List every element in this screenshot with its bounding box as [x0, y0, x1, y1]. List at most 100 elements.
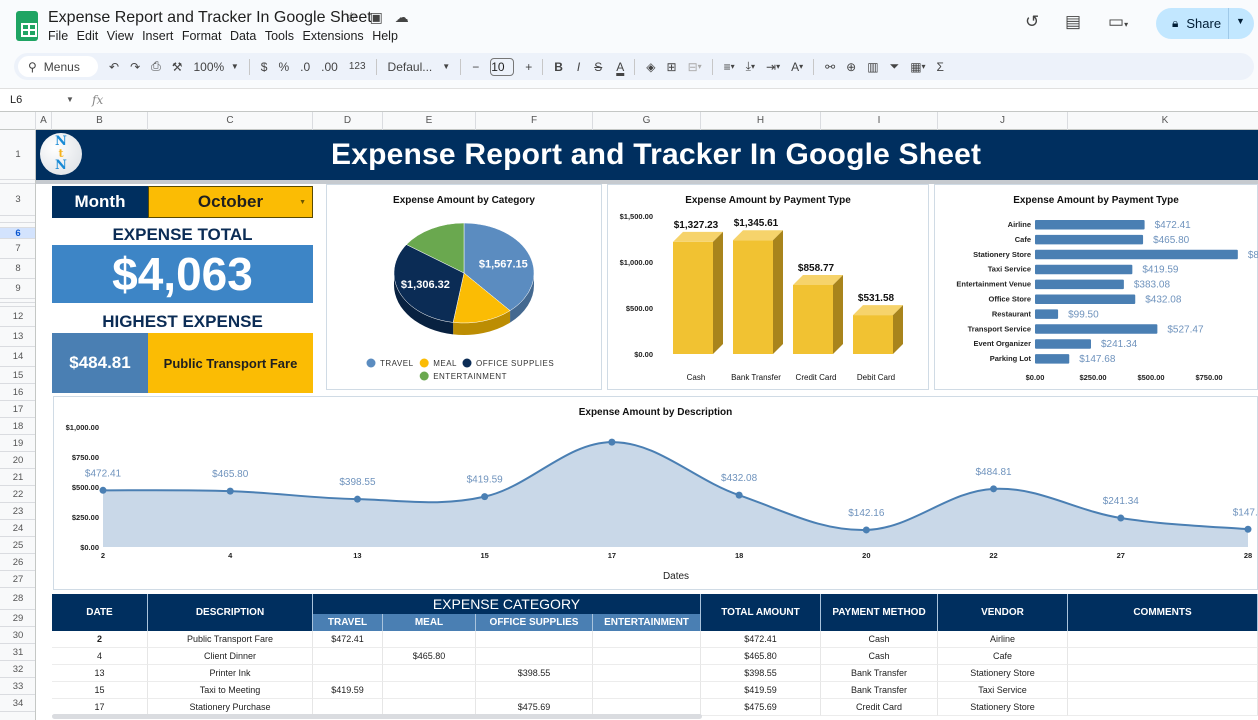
row-header-6[interactable]: 6: [0, 228, 35, 239]
name-box[interactable]: L6: [10, 94, 22, 106]
row-header-34[interactable]: 34: [0, 695, 35, 712]
cell-meal[interactable]: [383, 631, 476, 648]
meet-video-icon[interactable]: ▭▾: [1108, 12, 1128, 32]
cell-total[interactable]: $465.80: [701, 648, 821, 665]
cell-total[interactable]: $398.55: [701, 665, 821, 682]
print-icon[interactable]: ⎙: [151, 59, 161, 74]
column-header-g[interactable]: G: [593, 112, 701, 130]
cell-description[interactable]: Client Dinner: [148, 648, 313, 665]
row-header-16[interactable]: 16: [0, 384, 35, 401]
paint-format-icon[interactable]: ⚒: [172, 60, 183, 74]
format-currency-button[interactable]: $: [261, 60, 268, 74]
description-area-chart[interactable]: Expense Amount by Description $0.00 $250.…: [53, 396, 1258, 590]
hbar-airline[interactable]: [1035, 220, 1145, 230]
cell-vendor[interactable]: Airline: [938, 631, 1068, 648]
insert-link-icon[interactable]: ⚯: [825, 60, 835, 74]
cell-travel[interactable]: $472.41: [313, 631, 383, 648]
cell-office[interactable]: [476, 682, 593, 699]
filter-views-icon[interactable]: ▦ ▾: [910, 60, 925, 74]
row-header-21[interactable]: 21: [0, 469, 35, 486]
column-header-k[interactable]: K: [1068, 112, 1258, 130]
menu-help[interactable]: Help: [372, 29, 404, 43]
row-header-17[interactable]: 17: [0, 401, 35, 418]
cell-vendor[interactable]: Stationery Store: [938, 665, 1068, 682]
column-header-i[interactable]: I: [821, 112, 938, 130]
cell-entertainment[interactable]: [593, 648, 701, 665]
cell-description[interactable]: Taxi to Meeting: [148, 682, 313, 699]
hbar-parking-lot[interactable]: [1035, 354, 1070, 364]
bar-debit-card[interactable]: [853, 315, 893, 354]
hbar-restaurant[interactable]: [1035, 309, 1059, 319]
menu-file[interactable]: File: [48, 29, 75, 43]
row-header-24[interactable]: 24: [0, 520, 35, 537]
borders-icon[interactable]: ⊞: [667, 60, 677, 74]
row-header-27[interactable]: 27: [0, 571, 35, 588]
decrease-decimal-button[interactable]: .0: [300, 60, 310, 74]
cell-comments[interactable]: [1068, 665, 1258, 682]
row-header-13[interactable]: 13: [0, 327, 35, 347]
menu-edit[interactable]: Edit: [77, 29, 105, 43]
cell-payment[interactable]: Bank Transfer: [821, 665, 938, 682]
data-point[interactable]: [1117, 514, 1125, 522]
column-header-b[interactable]: B: [52, 112, 148, 130]
row-header-12[interactable]: 12: [0, 307, 35, 327]
hbar-cafe[interactable]: [1035, 234, 1144, 245]
column-header-h[interactable]: H: [701, 112, 821, 130]
payment-type-bar-chart[interactable]: Expense Amount by Payment Type $0.00 $500…: [607, 184, 929, 390]
star-icon[interactable]: ☆: [345, 9, 358, 26]
row-header-26[interactable]: 26: [0, 554, 35, 571]
data-point[interactable]: [226, 487, 234, 495]
data-point[interactable]: [990, 485, 998, 493]
insert-chart-icon[interactable]: ▥: [867, 60, 878, 74]
hbar-event-organizer[interactable]: [1035, 339, 1091, 349]
functions-button[interactable]: Σ: [937, 60, 944, 74]
cell-meal[interactable]: [383, 665, 476, 682]
cell-travel[interactable]: [313, 648, 383, 665]
cell-travel[interactable]: $419.59: [313, 682, 383, 699]
data-point[interactable]: [608, 438, 616, 446]
cell-vendor[interactable]: Stationery Store: [938, 699, 1068, 716]
search-menus-button[interactable]: ⚲ Menus: [18, 56, 98, 77]
column-header-d[interactable]: D: [313, 112, 383, 130]
version-history-icon[interactable]: ↺: [1025, 12, 1039, 32]
redo-icon[interactable]: ↷: [130, 60, 140, 74]
row-header-8[interactable]: 8: [0, 259, 35, 279]
row-header-7[interactable]: 7: [0, 239, 35, 259]
column-header-c[interactable]: C: [148, 112, 313, 130]
data-point[interactable]: [99, 486, 107, 494]
row-header-33[interactable]: 33: [0, 678, 35, 695]
vertical-align-icon[interactable]: ⤓ ▾: [746, 59, 755, 74]
column-header-j[interactable]: J: [938, 112, 1068, 130]
cell-payment[interactable]: Cash: [821, 648, 938, 665]
fill-color-icon[interactable]: ◈: [646, 60, 655, 74]
text-wrapping-icon[interactable]: ⇥ ▾: [766, 60, 780, 74]
comments-icon[interactable]: ▤: [1065, 12, 1081, 32]
row-header-29[interactable]: 29: [0, 610, 35, 627]
cell-entertainment[interactable]: [593, 682, 701, 699]
menu-view[interactable]: View: [107, 29, 140, 43]
cell-comments[interactable]: [1068, 631, 1258, 648]
menu-data[interactable]: Data: [230, 29, 263, 43]
cell-payment[interactable]: Credit Card: [821, 699, 938, 716]
data-point[interactable]: [862, 526, 870, 534]
cell-comments[interactable]: [1068, 682, 1258, 699]
cell-office[interactable]: [476, 631, 593, 648]
category-pie-chart[interactable]: Expense Amount by Category $1,567.15 $1,3…: [326, 184, 602, 390]
hbar-stationery-store[interactable]: [1035, 249, 1238, 260]
row-header-32[interactable]: 32: [0, 661, 35, 678]
cell-entertainment[interactable]: [593, 631, 701, 648]
text-rotation-icon[interactable]: A ▾: [791, 60, 803, 74]
column-header-f[interactable]: F: [476, 112, 593, 130]
bold-button[interactable]: B: [554, 60, 563, 74]
row-header-3[interactable]: 3: [0, 184, 35, 216]
data-point[interactable]: [353, 495, 361, 503]
italic-button[interactable]: I: [577, 60, 580, 74]
cell-vendor[interactable]: Cafe: [938, 648, 1068, 665]
row-header-25[interactable]: 25: [0, 537, 35, 554]
document-title[interactable]: Expense Report and Tracker In Google She…: [48, 9, 372, 27]
row-header-4[interactable]: [0, 216, 35, 223]
vendor-bar-chart[interactable]: Expense Amount by Payment Type Airline $4…: [934, 184, 1258, 390]
zoom-select[interactable]: 100% ▼: [194, 60, 239, 74]
increase-font-size-button[interactable]: +: [525, 60, 532, 74]
share-button[interactable]: 🔒︎ Share ▼: [1156, 8, 1254, 39]
